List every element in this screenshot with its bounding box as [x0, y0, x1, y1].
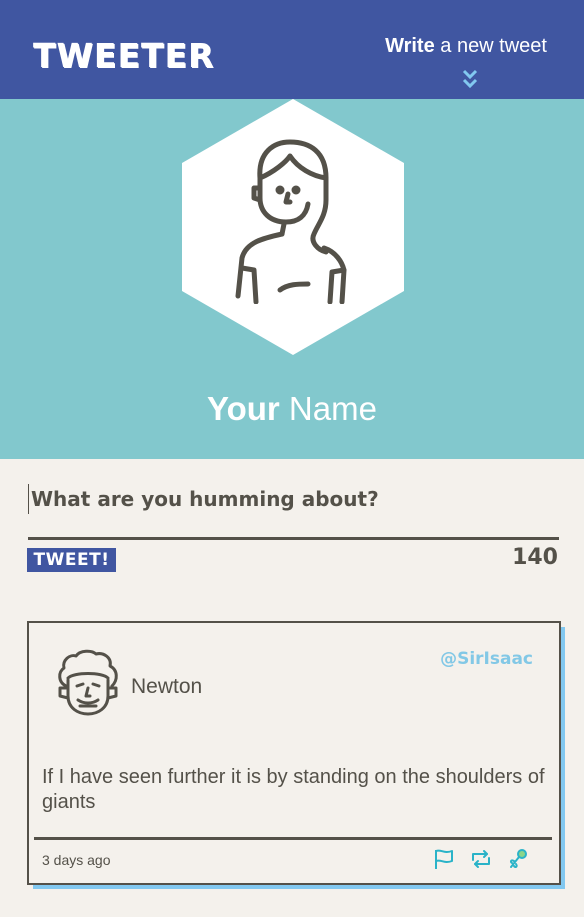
compose-tweet-input[interactable]	[28, 484, 563, 514]
like-icon[interactable]	[507, 848, 529, 870]
newton-avatar-icon	[58, 649, 118, 716]
app-logo: TWEETER	[33, 36, 215, 75]
write-new-tweet-link[interactable]: Write a new tweet	[385, 35, 547, 58]
profile-name-rest: Name	[279, 390, 377, 427]
character-counter: 140	[512, 545, 558, 570]
tweet-timestamp: 3 days ago	[42, 852, 111, 868]
tweet-footer-divider	[34, 837, 552, 840]
tweet-text: If I have seen further it is by standing…	[42, 766, 545, 813]
tweet-author-name: Newton	[131, 675, 203, 698]
retweet-icon[interactable]	[470, 848, 492, 870]
woman-avatar-icon	[235, 139, 347, 304]
write-label-bold: Write	[385, 35, 435, 57]
profile-name-bold: Your	[207, 390, 280, 427]
flag-icon[interactable]	[433, 848, 455, 870]
tweet-button[interactable]: TWEET!	[27, 548, 116, 572]
double-chevron-down-icon[interactable]	[461, 68, 479, 92]
compose-divider	[28, 537, 559, 540]
profile-name: Your Name	[0, 390, 584, 428]
write-label-rest: a new tweet	[434, 35, 547, 57]
tweet-author-handle[interactable]: @SirIsaac	[440, 649, 533, 669]
top-navigation-bar: TWEETER Write a new tweet	[0, 0, 584, 99]
